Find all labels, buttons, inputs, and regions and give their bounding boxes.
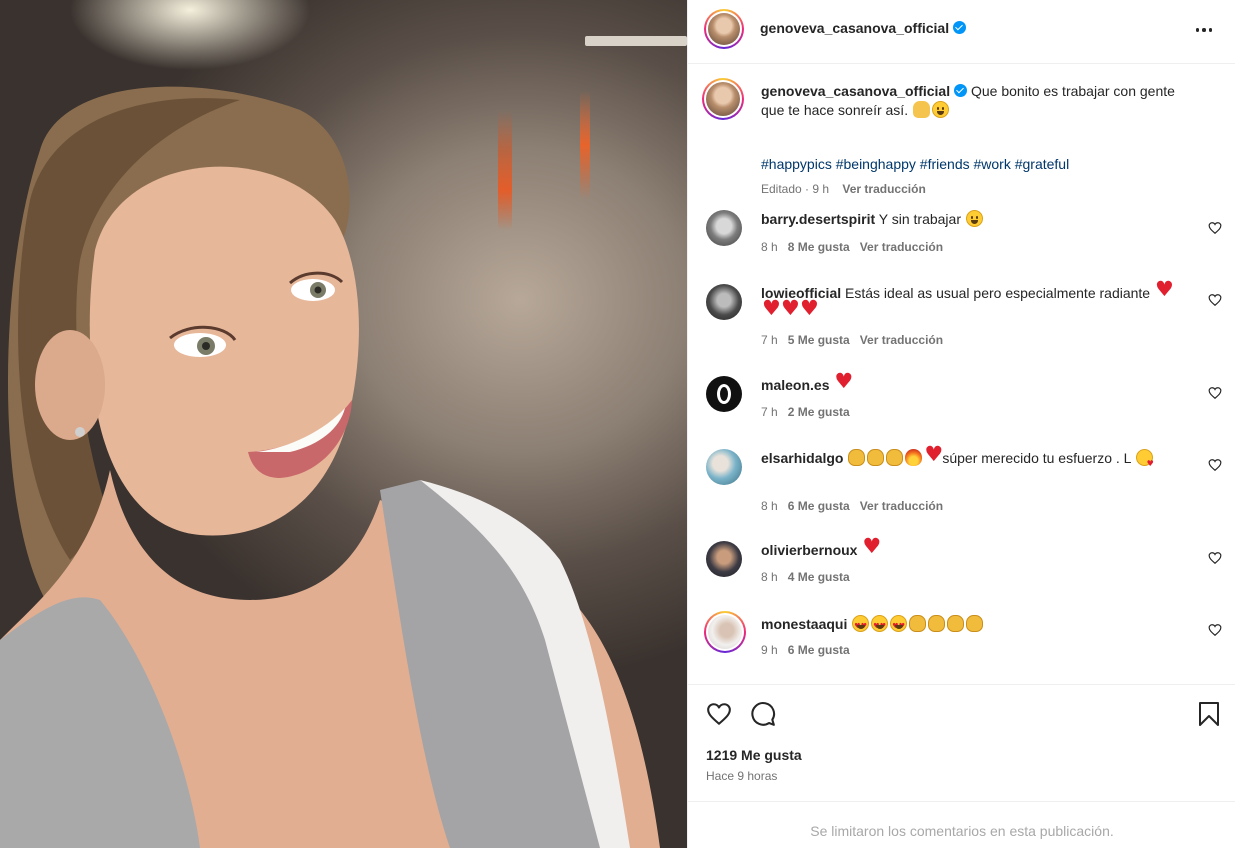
author-username[interactable]: genoveva_casanova_official <box>760 20 949 36</box>
bookmark-icon[interactable] <box>1198 701 1220 727</box>
comment-meta: 8 h 6 Me gusta Ver traducción <box>761 499 943 513</box>
comment-meta: 8 h 4 Me gusta <box>761 570 850 584</box>
commenter-avatar[interactable] <box>704 611 746 653</box>
comment-bubble-icon[interactable] <box>750 701 776 727</box>
comment-like-heart-icon[interactable] <box>1208 293 1222 307</box>
fire-emoji <box>905 449 923 466</box>
comment-text: olivierbernoux <box>761 537 1181 560</box>
commenter-avatar[interactable] <box>706 541 742 577</box>
red-heart-emoji <box>834 372 853 393</box>
comment-like-heart-icon[interactable] <box>1208 623 1222 637</box>
comment-translate-link[interactable]: Ver traducción <box>860 499 943 513</box>
edited-label: Editado <box>761 182 802 196</box>
comment-text: maleon.es <box>761 372 1181 395</box>
caption-text: genoveva_casanova_official Que bonito es… <box>761 82 1201 120</box>
heart-icon[interactable] <box>706 701 732 727</box>
caption-hashtags[interactable]: #happypics #beinghappy #friends #work #g… <box>761 156 1069 172</box>
caption-author-username[interactable]: genoveva_casanova_official <box>761 83 950 99</box>
comment-likes[interactable]: 2 Me gusta <box>788 405 850 419</box>
comment-like-heart-icon[interactable] <box>1208 458 1222 472</box>
caption-author-avatar[interactable] <box>702 78 744 120</box>
author-avatar[interactable] <box>704 9 744 49</box>
clapping-hands-emoji <box>848 449 866 466</box>
comment-body: súper merecido tu esfuerzo . L <box>942 450 1131 466</box>
comment-time: 8 h <box>761 570 778 584</box>
red-heart-emoji <box>862 537 881 558</box>
red-heart-emoji <box>1155 280 1174 301</box>
clapping-hands-emoji <box>886 449 904 466</box>
comment-translate-link[interactable]: Ver traducción <box>860 333 943 347</box>
comment-body: Y sin trabajar <box>878 211 961 227</box>
comment-like-heart-icon[interactable] <box>1208 551 1222 565</box>
red-heart-emoji <box>762 299 781 320</box>
grinning-face-emoji <box>931 101 949 118</box>
comment-likes[interactable]: 8 Me gusta <box>788 240 850 254</box>
commenter-username[interactable]: barry.desertspirit <box>761 211 875 227</box>
caption-meta: Editado · 9 h Ver traducción <box>761 182 926 196</box>
comment-meta: 7 h 2 Me gusta <box>761 405 850 419</box>
comments-limited-notice: Se limitaron los comentarios en esta pub… <box>810 823 1114 839</box>
praying-hands-emoji <box>912 101 930 118</box>
commenter-avatar[interactable] <box>706 376 742 412</box>
comment-likes[interactable]: 6 Me gusta <box>788 643 850 657</box>
comment-time: 7 h <box>761 333 778 347</box>
comment-meta: 7 h 5 Me gusta Ver traducción <box>761 333 943 347</box>
comment-text: monestaaqui <box>761 615 1181 636</box>
comment-translate-link[interactable]: Ver traducción <box>860 240 943 254</box>
commenter-username[interactable]: monestaaqui <box>761 616 847 632</box>
comment-text: barry.desertspirit Y sin trabajar <box>761 210 1181 229</box>
post-timestamp: Hace 9 horas <box>706 769 778 783</box>
commenter-avatar[interactable] <box>706 210 742 246</box>
comment-time: 7 h <box>761 405 778 419</box>
comment-body: Estás ideal as usual pero especialmente … <box>845 285 1151 301</box>
clapping-hands-emoji <box>928 615 946 632</box>
comment-time: 8 h <box>761 499 778 513</box>
post-actions: 1219 Me gusta Hace 9 horas <box>688 684 1235 802</box>
commenter-username[interactable]: olivierbernoux <box>761 542 857 558</box>
clapping-hands-emoji <box>966 615 984 632</box>
clapping-hands-emoji <box>947 615 965 632</box>
comment-like-heart-icon[interactable] <box>1208 386 1222 400</box>
red-heart-emoji <box>781 299 800 320</box>
comment-text: elsarhidalgo súper merecido tu esfuerzo … <box>761 445 1181 473</box>
comments-scroll-area[interactable]: genoveva_casanova_official Que bonito es… <box>688 64 1235 684</box>
post-header: genoveva_casanova_official <box>688 0 1235 64</box>
comment-time: 8 h <box>761 240 778 254</box>
author-name-row: genoveva_casanova_official <box>760 20 967 36</box>
post-details-panel: genoveva_casanova_official genoveva_casa… <box>687 0 1235 848</box>
heart-eyes-emoji <box>852 615 870 636</box>
commenter-avatar[interactable] <box>706 449 742 485</box>
verified-badge-icon <box>954 84 968 97</box>
heart-eyes-emoji <box>871 615 889 636</box>
comment-time: 9 h <box>761 643 778 657</box>
caption-time: 9 h <box>812 182 830 196</box>
comment-meta: 9 h 6 Me gusta <box>761 643 850 657</box>
heart-eyes-emoji <box>890 615 908 636</box>
commenter-username[interactable]: elsarhidalgo <box>761 450 843 466</box>
clapping-hands-emoji <box>867 449 885 466</box>
likes-count[interactable]: 1219 Me gusta <box>706 747 802 763</box>
selfie-portrait <box>0 86 660 848</box>
red-heart-emoji <box>924 445 943 466</box>
comment-like-heart-icon[interactable] <box>1208 221 1222 235</box>
post-photo[interactable] <box>0 0 687 848</box>
verified-badge-icon <box>953 21 967 34</box>
laughing-face-emoji <box>965 210 983 227</box>
more-options-icon[interactable] <box>1192 18 1216 42</box>
comment-meta: 8 h 8 Me gusta Ver traducción <box>761 240 943 254</box>
face-blowing-kiss-emoji <box>1135 449 1154 473</box>
commenter-username[interactable]: maleon.es <box>761 377 829 393</box>
caption-translate-link[interactable]: Ver traducción <box>842 182 925 196</box>
commenter-avatar[interactable] <box>706 284 742 320</box>
clapping-hands-emoji <box>909 615 927 632</box>
comment-text: lowieofficial Estás ideal as usual pero … <box>761 280 1181 322</box>
comment-likes[interactable]: 6 Me gusta <box>788 499 850 513</box>
comment-likes[interactable]: 4 Me gusta <box>788 570 850 584</box>
comment-likes[interactable]: 5 Me gusta <box>788 333 850 347</box>
red-heart-emoji <box>800 299 819 320</box>
